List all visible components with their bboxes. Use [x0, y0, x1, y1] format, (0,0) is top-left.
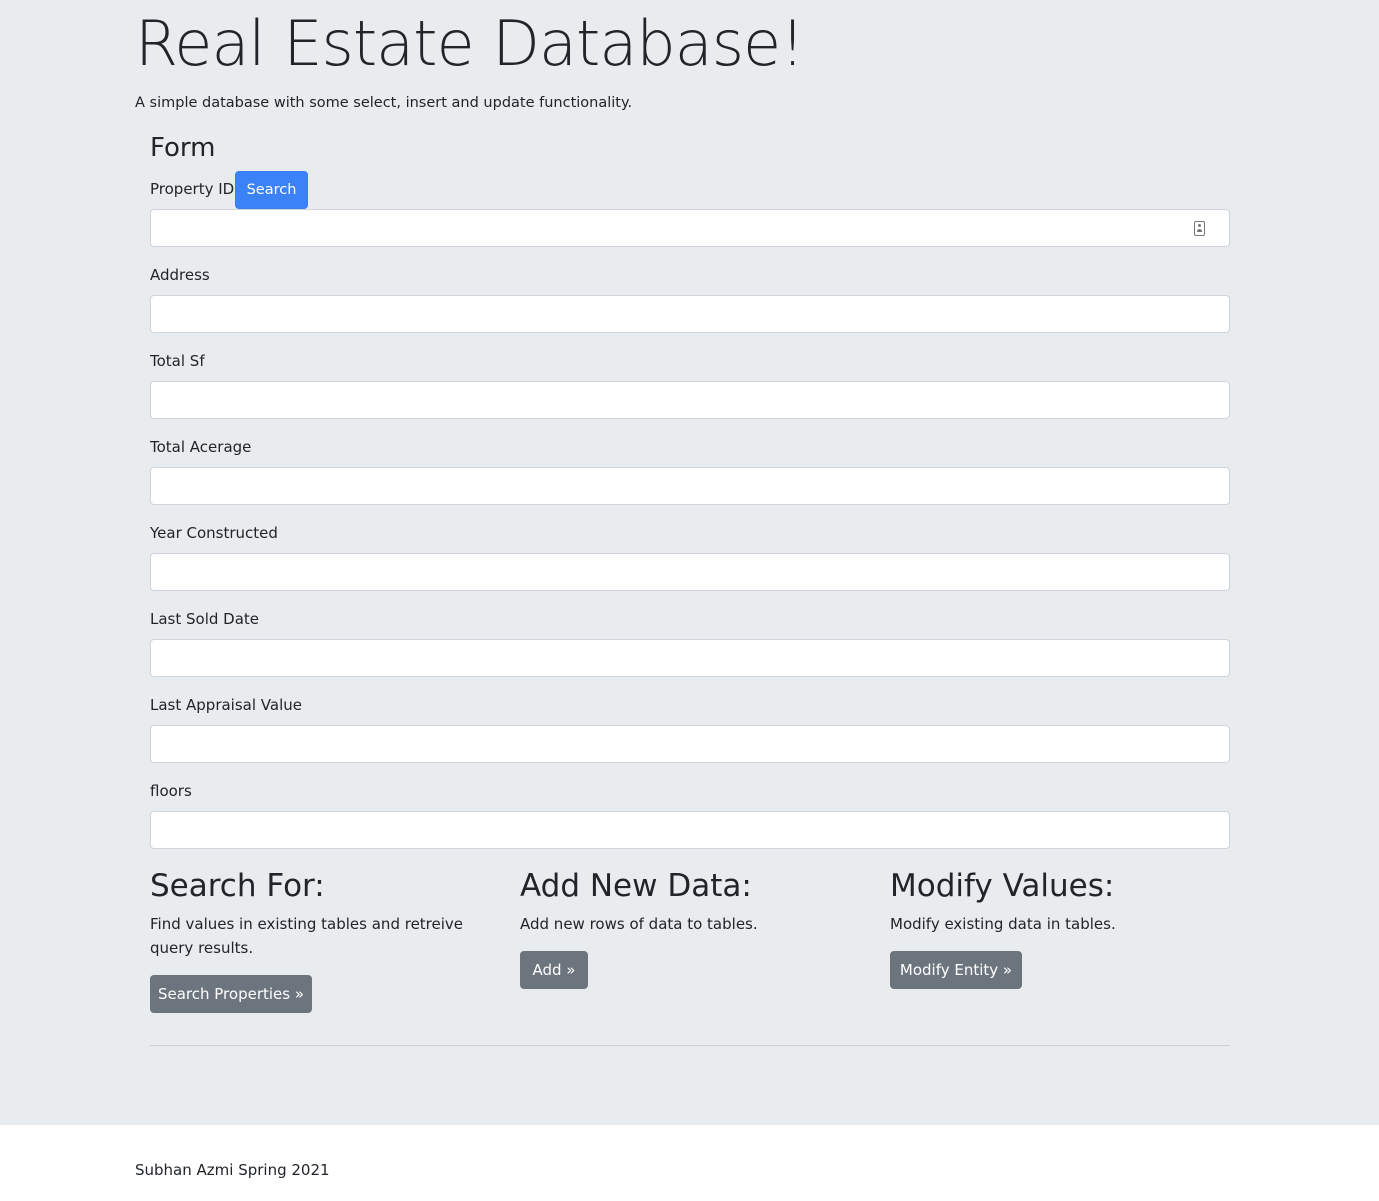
modify-entity-button[interactable]: Modify Entity » — [890, 951, 1022, 989]
modify-values-heading: Modify Values: — [890, 868, 1115, 904]
search-button[interactable]: Search — [235, 171, 308, 209]
last-sold-date-label: Last Sold Date — [150, 610, 260, 628]
last-sold-date-input[interactable] — [150, 639, 1230, 677]
total-acerage-input[interactable] — [150, 467, 1230, 505]
last-appraisal-value-label: Last Appraisal Value — [150, 696, 302, 714]
divider — [150, 1045, 1230, 1046]
search-for-heading: Search For: — [150, 868, 325, 904]
add-new-data-text: Add new rows of data to tables. — [520, 915, 758, 933]
page-lead: A simple database with some select, inse… — [135, 95, 633, 111]
page-title: Real Estate Database! — [135, 7, 805, 80]
year-constructed-label: Year Constructed — [150, 524, 278, 542]
property-id-label: Property ID — [150, 180, 235, 198]
add-new-data-heading: Add New Data: — [520, 868, 752, 904]
total-sf-label: Total Sf — [150, 352, 205, 370]
total-sf-input[interactable] — [150, 381, 1230, 419]
form-heading: Form — [150, 133, 216, 163]
property-id-input[interactable] — [150, 209, 1230, 247]
address-label: Address — [150, 266, 210, 284]
address-input[interactable] — [150, 295, 1230, 333]
contact-card-icon[interactable] — [1194, 221, 1205, 236]
search-properties-button[interactable]: Search Properties » — [150, 975, 312, 1013]
year-constructed-input[interactable] — [150, 553, 1230, 591]
add-button[interactable]: Add » — [520, 951, 588, 989]
footer-text: Subhan Azmi Spring 2021 — [135, 1161, 330, 1179]
floors-input[interactable] — [150, 811, 1230, 849]
total-acerage-label: Total Acerage — [150, 438, 252, 456]
floors-label: floors — [150, 782, 192, 800]
modify-values-text: Modify existing data in tables. — [890, 915, 1116, 933]
jumbotron: Real Estate Database! A simple database … — [0, 0, 1379, 1125]
last-appraisal-value-input[interactable] — [150, 725, 1230, 763]
search-for-text: Find values in existing tables and retre… — [150, 915, 464, 957]
